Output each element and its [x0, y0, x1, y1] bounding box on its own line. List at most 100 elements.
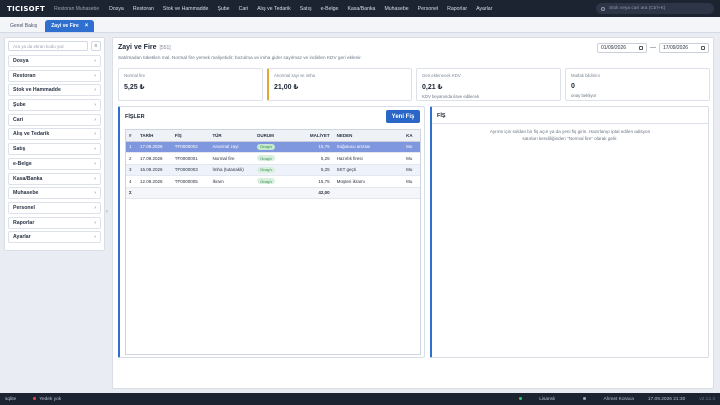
tab-label: Genel Bakış	[10, 23, 38, 29]
menu-alis[interactable]: Alış ve Tedarik	[257, 6, 291, 12]
sidebar-item-dosya[interactable]: Dosya ›	[8, 55, 101, 67]
cell-doc: TF0000003	[174, 167, 198, 173]
sidebar-item-personel[interactable]: Personel ›	[8, 201, 101, 214]
detail-title: FİŞ	[437, 113, 446, 119]
user-text: Ahmet Koraca	[603, 396, 634, 402]
col-header[interactable]: TÜR	[209, 133, 254, 138]
menu-personel[interactable]: Personel	[418, 6, 438, 12]
col-header[interactable]: #	[126, 133, 137, 138]
cell-type: Normal fire	[212, 155, 235, 161]
chevron-right-icon: ›	[94, 175, 96, 182]
col-header[interactable]: MALİYET	[294, 133, 334, 138]
status-badge: Onaylı	[257, 178, 275, 185]
calendar-icon	[639, 46, 643, 50]
sidebar: Ara ya da ekran kodu yaz ≡ Dosya › Restor…	[4, 37, 105, 251]
card-label: Mutfak bildirimi	[571, 73, 600, 78]
warning-dot-icon	[33, 396, 37, 400]
sidebar-item-label: Cari	[13, 116, 24, 123]
col-header[interactable]: FİŞ	[172, 133, 210, 138]
menu-cari[interactable]: Cari	[239, 6, 249, 12]
tab-genel-bakis[interactable]: Genel Bakış	[4, 20, 43, 32]
sidebar-search-input[interactable]: Ara ya da ekran kodu yaz	[8, 41, 88, 51]
menu-ayarlar[interactable]: Ayarlar	[476, 6, 492, 12]
col-header[interactable]: KA	[403, 133, 420, 138]
sidebar-menu-button[interactable]: ≡	[91, 41, 101, 51]
sidebar-item-cari[interactable]: Cari ›	[8, 113, 101, 126]
close-icon[interactable]: ×	[85, 23, 89, 29]
sidebar-item-label: Satış	[13, 146, 26, 153]
sidebar-item-kasa[interactable]: Kasa/Banka ›	[8, 172, 101, 185]
menu-stok[interactable]: Stok ve Hammadde	[163, 6, 209, 12]
sidebar-item-raporlar[interactable]: Raporlar ›	[8, 216, 101, 229]
cell-reason: Hazırlık firesi	[336, 155, 363, 161]
col-header[interactable]: TARİH	[137, 133, 172, 138]
sidebar-collapse-icon[interactable]: ‹	[106, 209, 108, 215]
cell-date: 17.09.2026	[139, 155, 163, 161]
sum-label: Σ	[129, 190, 132, 196]
backup-status: Yedek yok	[33, 397, 61, 402]
sidebar-item-restoran[interactable]: Restoran ›	[8, 69, 101, 82]
card-normal-fire: Normal fire 5,25 ₺	[118, 68, 263, 101]
date-from-value: 01/09/2026	[601, 45, 627, 51]
col-header[interactable]: DURUM	[254, 133, 294, 138]
cell-index: 3	[129, 167, 132, 173]
cell-cost: 15,75	[318, 144, 330, 150]
card-label: Geri eklenecek KDV	[422, 73, 461, 78]
sidebar-item-label: Kasa/Banka	[13, 175, 43, 182]
chevron-right-icon: ›	[94, 146, 96, 153]
table-header: # TARİH FİŞ TÜR DURUM MALİYET NEDEN KA	[126, 130, 420, 142]
menu-restoran[interactable]: Restoran	[133, 6, 154, 12]
menu-muhasebe[interactable]: Muhasebe	[384, 6, 408, 12]
date-range: 01/09/2026 — 17/09/2026	[597, 43, 709, 53]
sidebar-item-alis[interactable]: Alış ve Tedarik ›	[8, 128, 101, 141]
sidebar-item-satis[interactable]: Satış ›	[8, 143, 101, 156]
menu-satis[interactable]: Satış	[300, 6, 312, 12]
app-logo: TICISOFT	[7, 4, 46, 13]
date-to-input[interactable]: 17/09/2026	[659, 43, 709, 53]
cell-doc: TF0000002	[174, 144, 198, 150]
card-label: Anormal zayi ve imha	[274, 73, 316, 78]
card-sub: KDV beyanında ilave edilecek	[422, 94, 480, 99]
sidebar-item-label: Raporlar	[13, 219, 35, 226]
sidebar-item-sube[interactable]: Şube ›	[8, 99, 101, 112]
table-row[interactable]: 3 16.09.2026 TF0000003 İmha (tutanaklı) …	[126, 164, 420, 176]
sidebar-item-muhasebe[interactable]: Muhasebe ›	[8, 187, 101, 200]
cell-ka: Mu	[406, 167, 413, 173]
table-row[interactable]: 2 17.09.2026 TF0000001 Normal fire Onayl…	[126, 153, 420, 165]
table-row[interactable]: 4 12.09.2026 TF0000005 İkram Onaylı 15,7…	[126, 176, 420, 188]
cell-index: 1	[129, 144, 132, 150]
detail-empty-message: Ayrıntı için soldan bir fiş açın ya da y…	[489, 129, 651, 141]
menu-kasa[interactable]: Kasa/Banka	[347, 6, 375, 12]
sum-value: 42,00	[318, 190, 330, 196]
menu-sube[interactable]: Şube	[217, 6, 229, 12]
menu-dosya[interactable]: Dosya	[109, 6, 124, 12]
cell-reason: SKT geçti	[336, 167, 357, 173]
cell-index: 4	[129, 178, 132, 184]
cell-type: İmha (tutanaklı)	[212, 167, 244, 173]
global-search-input[interactable]: Stok veya cari ara (Ctrl+K)	[596, 3, 714, 14]
new-receipt-button[interactable]: Yeni Fiş	[386, 110, 420, 123]
sidebar-item-stok[interactable]: Stok ve Hammadde ›	[8, 84, 101, 97]
menu-ebelge[interactable]: e-Belge	[321, 6, 339, 12]
table-row[interactable]: 1 17.09.2026 TF0000002 Anormal zayi Onay…	[126, 141, 420, 153]
status-badge: Onaylı	[257, 143, 275, 150]
app-subtitle: Restoran Muhasebe	[54, 5, 100, 12]
sidebar-item-label: Alış ve Tedarik	[13, 131, 50, 138]
tab-zayi-fire[interactable]: Zayi ve Fire ×	[45, 20, 95, 32]
date-from-input[interactable]: 01/09/2026	[597, 43, 647, 53]
chevron-right-icon: ›	[94, 204, 96, 211]
card-mutfak-bildirimi: Mutfak bildirimi 0 onay bekliyor	[565, 68, 710, 101]
receipts-title: FİŞLER	[125, 114, 145, 120]
sidebar-item-label: Şube	[13, 102, 26, 109]
chevron-right-icon: ›	[94, 116, 96, 123]
sidebar-item-label: Muhasebe	[13, 190, 39, 197]
card-value: 0,21 ₺	[422, 84, 443, 91]
menu-raporlar[interactable]: Raporlar	[447, 6, 467, 12]
sidebar-item-ayarlar[interactable]: Ayarlar ›	[8, 231, 101, 244]
status-badge: Onaylı	[257, 166, 275, 173]
sidebar-item-ebelge[interactable]: e-Belge ›	[8, 157, 101, 170]
license-status: Lisanslı	[505, 397, 555, 402]
sidebar-item-label: Personel	[13, 204, 35, 211]
tab-label: Zayi ve Fire	[51, 23, 79, 29]
col-header[interactable]: NEDEN	[334, 133, 404, 138]
